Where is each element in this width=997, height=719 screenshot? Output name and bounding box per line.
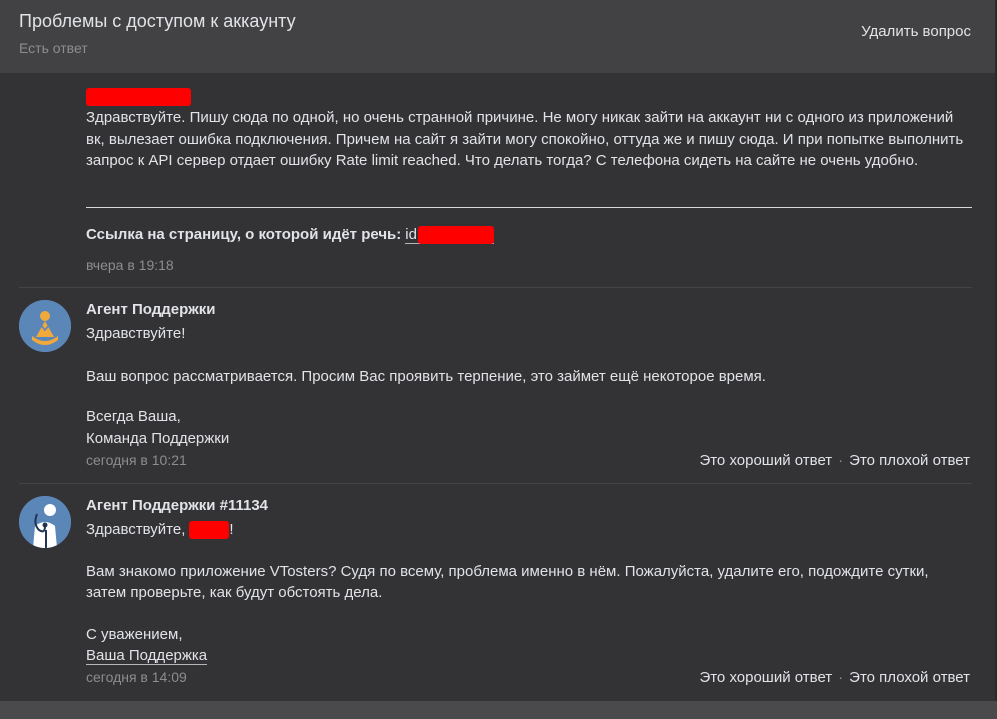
answer-signature-line: С уважением, [86,626,183,643]
answer-body-line-1: Вам знакомо приложение VTosters? Судя по… [86,563,929,580]
redacted-username [86,88,191,106]
page-link-prefix: id [405,226,417,243]
answer-rating: Это хороший ответ · Это плохой ответ [699,669,970,686]
question-text: Здравствуйте. Пишу сюда по одной, но оче… [86,109,964,169]
question-title: Проблемы с доступом к аккаунту [19,11,296,31]
answer-signature-line: Всегда Ваша, [86,408,181,425]
support-team-link[interactable]: Ваша Поддержка [86,647,208,665]
separator [19,483,972,484]
meditating-agent-avatar-icon[interactable] [19,300,71,352]
question-timestamp[interactable]: вчера в 19:18 [86,257,174,273]
doctor-agent-avatar-icon[interactable] [19,496,71,548]
redacted-username [189,521,230,540]
question-header: Проблемы с доступом к аккаунту Есть отве… [0,0,997,73]
answer-greeting: Здравствуйте,! [86,521,234,540]
greeting-end: ! [229,521,234,538]
answer-signature-team: Команда Поддержки [86,430,230,447]
question-status: Есть ответ [19,40,88,56]
delete-question-button[interactable]: Удалить вопрос [861,23,971,40]
bad-answer-button[interactable]: Это плохой ответ [849,452,970,469]
separator [19,287,972,288]
rating-separator: · [838,669,844,686]
good-answer-button[interactable]: Это хороший ответ [699,452,832,469]
divider [86,207,972,208]
page-link[interactable]: id [405,226,494,245]
redacted-page-id [417,226,494,245]
answer-signature-team: Ваша Поддержка [86,647,208,665]
page-link-row: Ссылка на страницу, о которой идёт речь:… [86,226,494,245]
answer-timestamp[interactable]: сегодня в 10:21 [86,452,187,468]
answer-body: Ваш вопрос рассматривается. Просим Вас п… [86,368,766,385]
answer-greeting: Здравствуйте! [86,325,186,342]
conversation: Здравствуйте. Пишу сюда по одной, но оче… [0,73,997,701]
bad-answer-button[interactable]: Это плохой ответ [849,669,970,686]
page-link-label: Ссылка на страницу, о которой идёт речь: [86,226,402,243]
answer-rating: Это хороший ответ · Это плохой ответ [699,452,970,469]
greeting-text: Здравствуйте, [86,521,186,538]
rating-separator: · [838,452,844,469]
bottom-bar [0,701,997,719]
good-answer-button[interactable]: Это хороший ответ [699,669,832,686]
answer-author[interactable]: Агент Поддержки #11134 [86,497,268,514]
answer-timestamp[interactable]: сегодня в 14:09 [86,669,187,685]
answer-body-line-2: затем проверьте, как будут обстоять дела… [86,584,383,601]
answer-author[interactable]: Агент Поддержки [86,301,215,318]
